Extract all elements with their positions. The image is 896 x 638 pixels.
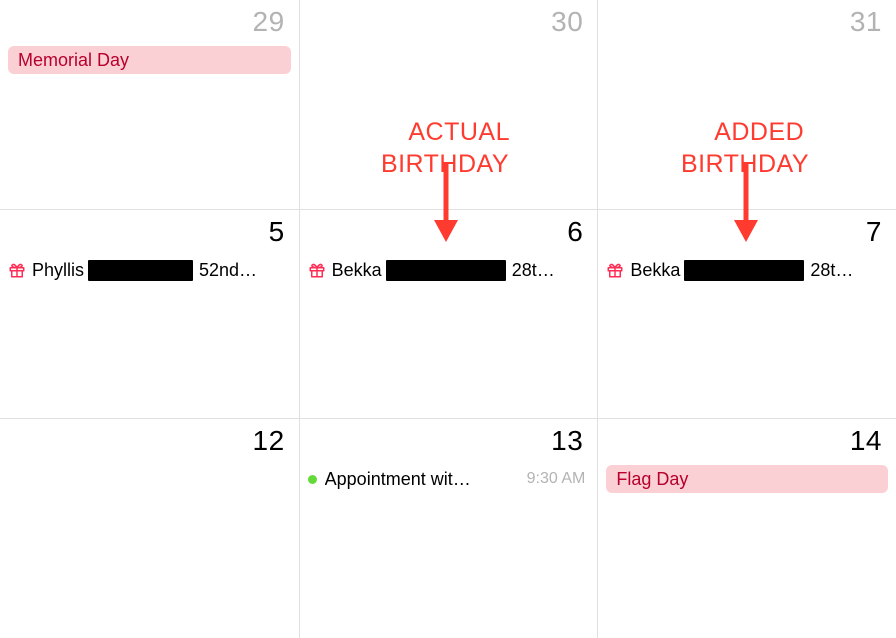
- day-events: Appointment wit… 9:30 AM: [300, 465, 598, 493]
- day-number: 5: [269, 216, 285, 248]
- calendar-day-cell[interactable]: 12: [0, 418, 299, 638]
- day-number: 12: [253, 425, 285, 457]
- birthday-tail: 28t…: [810, 260, 888, 281]
- appointment-title: Appointment wit…: [325, 469, 517, 490]
- day-number: 7: [866, 216, 882, 248]
- gift-icon: [8, 261, 26, 279]
- calendar-day-cell[interactable]: 7 Bekka 28t…: [597, 209, 896, 418]
- day-events: Memorial Day: [0, 46, 299, 74]
- calendar-month-grid: 29 Memorial Day 30 31 5: [0, 0, 896, 638]
- holiday-title: Memorial Day: [18, 46, 129, 74]
- day-number: 29: [253, 6, 285, 38]
- holiday-title: Flag Day: [616, 465, 688, 493]
- birthday-first-name: Bekka: [630, 260, 680, 281]
- redacted-block: [684, 260, 804, 281]
- calendar-dot-icon: [308, 475, 317, 484]
- birthday-event[interactable]: Bekka 28t…: [598, 256, 896, 284]
- birthday-first-name: Bekka: [332, 260, 382, 281]
- gift-icon: [606, 261, 624, 279]
- appointment-time: 9:30 AM: [527, 470, 586, 488]
- day-number: 31: [850, 6, 882, 38]
- gift-icon: [308, 261, 326, 279]
- calendar-day-cell[interactable]: 31: [597, 0, 896, 209]
- calendar-day-cell[interactable]: 13 Appointment wit… 9:30 AM: [299, 418, 598, 638]
- redacted-block: [88, 260, 193, 281]
- day-number: 6: [567, 216, 583, 248]
- day-events: Bekka 28t…: [300, 256, 598, 284]
- calendar-day-cell[interactable]: 14 Flag Day: [597, 418, 896, 638]
- holiday-event[interactable]: Memorial Day: [8, 46, 291, 74]
- birthday-tail: 52nd…: [199, 260, 291, 281]
- calendar-day-cell[interactable]: 29 Memorial Day: [0, 0, 299, 209]
- birthday-tail: 28t…: [512, 260, 590, 281]
- calendar-day-cell[interactable]: 6 Bekka 28t…: [299, 209, 598, 418]
- day-events: Bekka 28t…: [598, 256, 896, 284]
- birthday-event[interactable]: Bekka 28t…: [300, 256, 598, 284]
- day-number: 13: [551, 425, 583, 457]
- redacted-block: [386, 260, 506, 281]
- birthday-first-name: Phyllis: [32, 260, 84, 281]
- appointment-event[interactable]: Appointment wit… 9:30 AM: [300, 465, 598, 493]
- holiday-event[interactable]: Flag Day: [606, 465, 888, 493]
- calendar-day-cell[interactable]: 30: [299, 0, 598, 209]
- day-number: 14: [850, 425, 882, 457]
- day-events: Phyllis 52nd…: [0, 256, 299, 284]
- day-number: 30: [551, 6, 583, 38]
- day-events: Flag Day: [598, 465, 896, 493]
- birthday-event[interactable]: Phyllis 52nd…: [0, 256, 299, 284]
- calendar-day-cell[interactable]: 5 Phyllis 52nd…: [0, 209, 299, 418]
